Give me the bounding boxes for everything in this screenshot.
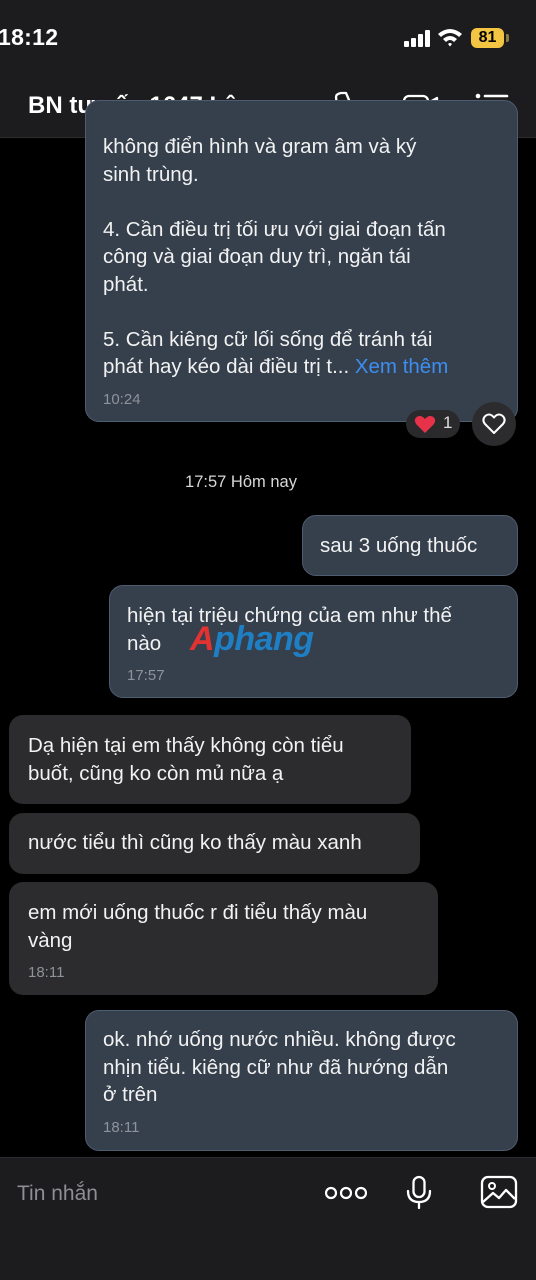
status-bar: 18:12 81 <box>0 0 536 76</box>
chat-screen: 18:12 81 BN tư vấn 1647 Lậu... <box>0 0 536 1280</box>
message-text: ok. nhớ uống nước nhiều. không được nhịn… <box>103 1028 456 1106</box>
add-reaction-button[interactable] <box>472 402 516 446</box>
message-bubble-sent[interactable]: ok. nhớ uống nước nhiều. không được nhịn… <box>85 1010 518 1151</box>
message-bubble-received[interactable]: em mới uống thuốc r đi tiểu thấy màu vàn… <box>9 882 438 995</box>
message-bubble-sent[interactable]: sau 3 uống thuốc <box>302 515 518 576</box>
wifi-icon <box>438 29 462 47</box>
cellular-signal-icon <box>404 30 430 47</box>
message-time: 17:57 <box>127 667 165 684</box>
message-input[interactable]: Tin nhắn <box>17 1182 98 1206</box>
message-text: sau 3 uống thuốc <box>320 534 478 557</box>
message-bubble-sent[interactable]: không điển hình và gram âm và ký sinh tr… <box>85 100 518 422</box>
message-text: nước tiểu thì cũng ko thấy màu xanh <box>28 831 362 854</box>
message-time: 18:11 <box>28 964 65 981</box>
microphone-icon[interactable] <box>405 1175 433 1211</box>
message-time: 18:11 <box>103 1118 140 1136</box>
reaction-count: 1 <box>443 413 453 432</box>
heart-icon <box>414 416 436 433</box>
date-divider: 17:57 Hôm nay <box>185 473 297 491</box>
status-time: 18:12 <box>0 24 59 50</box>
heart-outline-icon <box>482 413 506 434</box>
message-composer: Tin nhắn <box>0 1157 536 1280</box>
message-bubble-received[interactable]: nước tiểu thì cũng ko thấy màu xanh <box>9 813 420 874</box>
battery-level: 81 <box>471 28 504 48</box>
message-text: không điển hình và gram âm và ký sinh tr… <box>103 135 446 378</box>
message-text: hiện tại triệu chứng của em như thế nào <box>127 604 452 655</box>
battery-icon: 81 <box>471 28 509 48</box>
message-time: 10:24 <box>103 390 141 408</box>
more-dots-icon[interactable] <box>325 1186 367 1200</box>
see-more-link[interactable]: Xem thêm <box>355 355 448 378</box>
reaction-badge[interactable]: 1 <box>406 410 460 438</box>
image-gallery-icon[interactable] <box>480 1174 518 1210</box>
message-bubble-received[interactable]: Dạ hiện tại em thấy không còn tiểu buốt,… <box>9 715 411 804</box>
message-text: em mới uống thuốc r đi tiểu thấy màu vàn… <box>28 901 368 952</box>
message-text: Dạ hiện tại em thấy không còn tiểu buốt,… <box>28 734 344 785</box>
watermark-logo: Aphang <box>190 620 314 658</box>
